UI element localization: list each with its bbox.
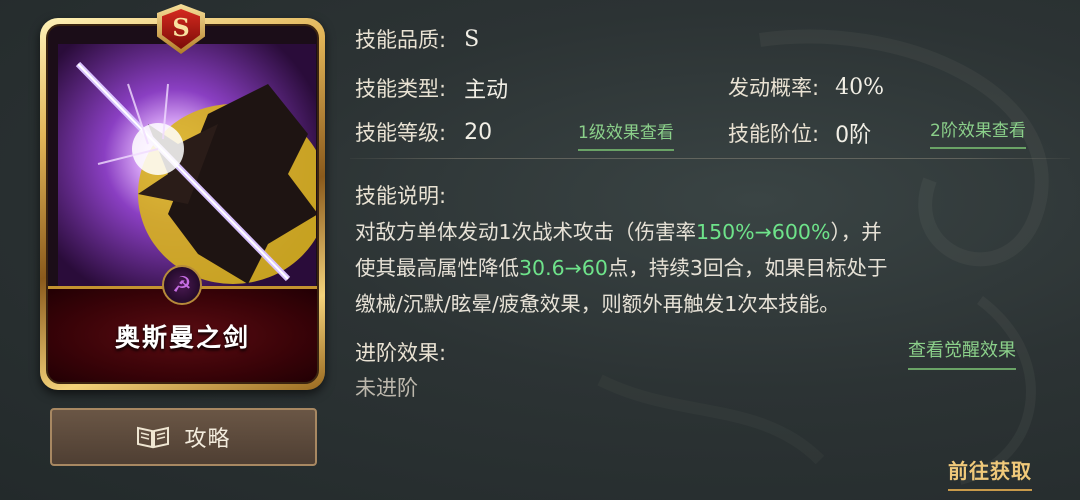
- grade-letter: S: [162, 9, 200, 49]
- advance-value-row: 未进阶: [355, 372, 418, 402]
- type-row: 技能类型: 主动: [355, 72, 508, 104]
- rate-value: 40%: [835, 74, 884, 100]
- rank-label: 技能阶位:: [728, 122, 820, 146]
- open-book-icon: [137, 426, 170, 449]
- quality-value: S: [464, 26, 480, 52]
- rank-row: 技能阶位: 0阶: [728, 117, 871, 149]
- description-line-2-text-a: 使其最高属性降低: [355, 256, 519, 280]
- sword-eagle-illustration: [58, 44, 317, 294]
- damage-rate-highlight: 150%→600%: [696, 220, 831, 244]
- skill-card-frame: 奥斯曼之剑: [46, 24, 319, 384]
- rate-row: 发动概率: 40%: [728, 72, 884, 102]
- description-text: 对敌方单体发动1次战术攻击（伤害率150%→600%），并 使其最高属性降低30…: [355, 214, 1055, 322]
- advance-value: 未进阶: [355, 376, 418, 400]
- skill-art: [58, 44, 317, 294]
- divider: [350, 158, 1070, 159]
- quality-row: 技能品质: S: [355, 24, 479, 54]
- description-line-3: 缴械/沉默/眩晕/疲惫效果，则额外再触发1次本技能。: [355, 292, 840, 316]
- description-line-2-text-b: 点，持续3回合，如果目标处于: [607, 256, 888, 280]
- go-obtain-link[interactable]: 前往获取: [948, 455, 1032, 491]
- stat-reduce-highlight: 30.6→60: [519, 256, 608, 280]
- type-label: 技能类型:: [355, 77, 447, 101]
- type-value: 主动: [464, 78, 509, 103]
- level-label: 技能等级:: [355, 121, 447, 145]
- level-value: 20: [464, 119, 493, 145]
- description-line-1-text-a: 对敌方单体发动1次战术攻击（伤害率: [355, 220, 697, 244]
- hammer-sickle-icon: ☭: [162, 265, 202, 305]
- level1-effect-link[interactable]: 1级效果查看: [578, 118, 674, 151]
- skill-name: 奥斯曼之剑: [114, 322, 250, 352]
- advance-label: 进阶效果:: [355, 341, 447, 365]
- description-heading: 技能说明:: [355, 180, 446, 210]
- level-row: 技能等级: 20: [355, 117, 492, 147]
- guide-button-label: 攻略: [184, 427, 231, 452]
- rank2-effect-link[interactable]: 2阶效果查看: [930, 116, 1026, 149]
- skill-card: 奥斯曼之剑 ☭: [40, 18, 325, 390]
- description-label: 技能说明:: [355, 184, 447, 208]
- awaken-effect-link[interactable]: 查看觉醒效果: [908, 336, 1016, 370]
- rank-value: 0阶: [835, 123, 872, 148]
- description-line-1-text-b: ），并: [830, 220, 882, 244]
- guide-button[interactable]: 攻略: [50, 408, 317, 466]
- advance-heading: 进阶效果:: [355, 337, 446, 367]
- description-line-2: 使其最高属性降低30.6→60点，持续3回合，如果目标处于: [355, 250, 1055, 286]
- quality-label: 技能品质:: [355, 28, 447, 52]
- description-line-1: 对敌方单体发动1次战术攻击（伤害率150%→600%），并: [355, 214, 1055, 250]
- rate-label: 发动概率:: [728, 76, 820, 100]
